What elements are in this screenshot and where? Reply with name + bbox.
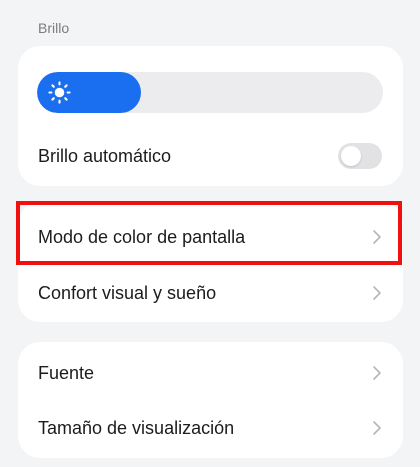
display-size-row[interactable]: Tamaño de visualización — [18, 403, 403, 453]
display-size-label: Tamaño de visualización — [38, 417, 235, 438]
font-row[interactable]: Fuente — [18, 348, 403, 398]
sun-icon — [48, 81, 71, 104]
screen-color-mode-label: Modo de color de pantalla — [38, 226, 246, 247]
chevron-right-icon — [373, 366, 381, 380]
font-card: Fuente Tamaño de visualización — [18, 342, 403, 458]
auto-brightness-toggle[interactable] — [338, 143, 382, 169]
toggle-knob — [341, 146, 361, 166]
auto-brightness-row[interactable]: Brillo automático — [18, 138, 403, 174]
font-label: Fuente — [38, 362, 95, 383]
eye-comfort-row[interactable]: Confort visual y sueño — [18, 268, 403, 318]
eye-comfort-label: Confort visual y sueño — [38, 282, 217, 303]
chevron-right-icon — [373, 230, 381, 244]
display-card: Modo de color de pantalla Confort visual… — [18, 202, 403, 322]
auto-brightness-label: Brillo automático — [38, 145, 172, 166]
brightness-card: Brillo automático — [18, 46, 403, 186]
brightness-slider[interactable] — [37, 72, 383, 113]
section-title: Brillo — [38, 20, 70, 36]
screen-color-mode-row[interactable]: Modo de color de pantalla — [18, 212, 403, 262]
settings-page: Brillo Brillo automático Modo de color d… — [0, 0, 420, 467]
chevron-right-icon — [373, 421, 381, 435]
chevron-right-icon — [373, 286, 381, 300]
